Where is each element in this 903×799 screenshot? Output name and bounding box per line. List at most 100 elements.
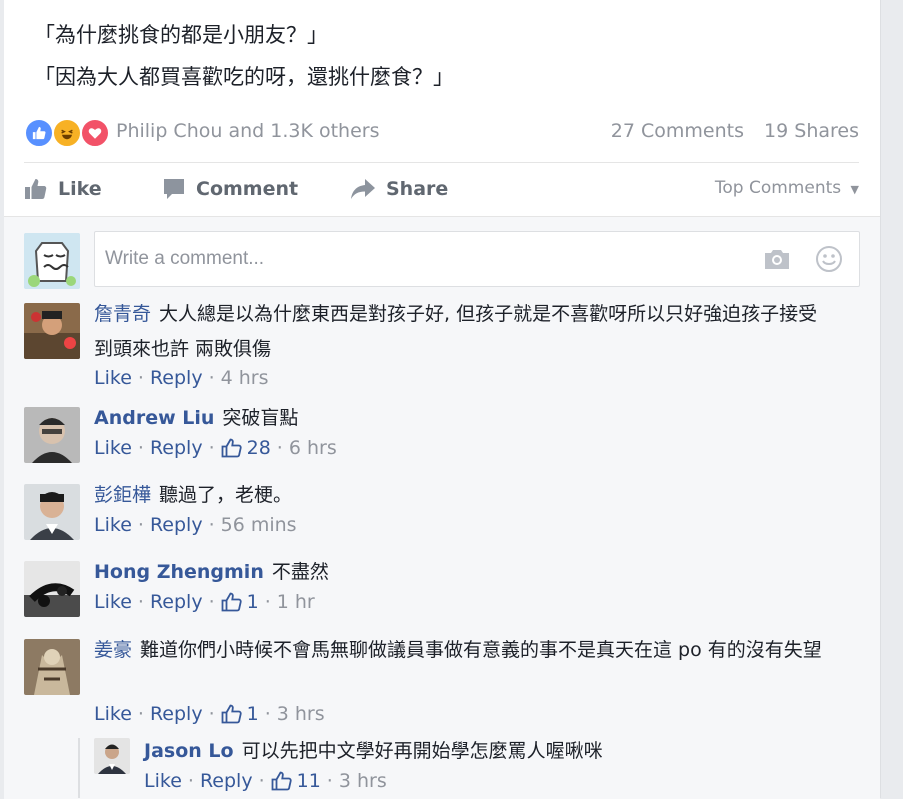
separator-dot: · <box>264 703 271 725</box>
thumbs-up-outline-icon <box>271 771 292 791</box>
reply-body: Jason Lo 可以先把中文學好再開始學怎麼罵人喔啾咪 <box>144 734 884 769</box>
separator-dot: · <box>137 514 144 536</box>
share-button[interactable]: Share <box>350 170 448 208</box>
comment-time[interactable]: 1 hr <box>277 591 315 613</box>
comment-author[interactable]: 姜豪 <box>94 639 132 661</box>
shares-count[interactable]: 19 Shares <box>764 120 859 142</box>
comment-likes[interactable]: 28 <box>221 437 271 459</box>
thumbs-up-icon <box>25 179 47 199</box>
comment-body: 詹青奇 大人總是以為什麼東西是對孩子好, 但孩子就是不喜歡呀所以只好強迫孩子接受到… <box>94 297 834 367</box>
separator-dot: · <box>326 770 333 792</box>
comment-like-link[interactable]: Like <box>94 367 132 389</box>
comment-meta: Like · Reply · 28 · 6 hrs <box>94 437 337 459</box>
reply-reply-link[interactable]: Reply <box>200 770 253 792</box>
current-user-avatar[interactable] <box>24 233 80 289</box>
reply-time[interactable]: 3 hrs <box>339 770 387 792</box>
reply-like-count: 11 <box>296 770 321 792</box>
card-edge <box>880 0 881 798</box>
commenter-avatar[interactable] <box>24 561 80 617</box>
comment-bubble-icon <box>164 179 184 199</box>
comment-text: 難道你們小時候不會馬無聊做議員事做有意義的事不是真天在這 po 有的沒有失望 <box>140 639 822 661</box>
caret-down-icon: ▼ <box>850 183 859 196</box>
comment-label: Comment <box>196 178 299 200</box>
separator-dot: · <box>208 591 215 613</box>
comment-author[interactable]: Andrew Liu <box>94 407 214 429</box>
separator-dot: · <box>137 367 144 389</box>
camera-icon[interactable] <box>763 247 791 271</box>
post-stats: 27 Comments 19 Shares <box>611 120 859 142</box>
separator-dot: · <box>208 437 215 459</box>
comment-body: Andrew Liu 突破盲點 <box>94 401 834 436</box>
comment-like-count: 28 <box>246 437 271 459</box>
post-text: 「為什麼挑食的都是小朋友？」 「因為大人都買喜歡吃的呀，還挑什麼食？」 <box>34 14 454 98</box>
post-actions: Like Comment Share Top Comments ▼ <box>24 170 859 210</box>
haha-reaction-icon <box>52 118 82 148</box>
comment-like-link[interactable]: Like <box>94 591 132 613</box>
comment-text: 不盡然 <box>271 561 329 583</box>
separator-dot: · <box>264 591 271 613</box>
comment-meta: Like · Reply · 4 hrs <box>94 367 269 389</box>
comment-text: 大人總是以為什麼東西是對孩子好, 但孩子就是不喜歡呀所以只好強迫孩子接受到頭來也… <box>94 303 818 360</box>
separator-dot: · <box>208 514 215 536</box>
commenter-avatar[interactable] <box>24 484 80 540</box>
comment-meta: Like · Reply · 56 mins <box>94 514 297 536</box>
comment-sort-label: Top Comments <box>714 178 842 198</box>
like-label: Like <box>58 178 102 200</box>
comments-count[interactable]: 27 Comments <box>611 120 744 142</box>
reply-like-link[interactable]: Like <box>144 770 182 792</box>
commenter-avatar[interactable] <box>24 407 80 463</box>
comment-time[interactable]: 6 hrs <box>289 437 337 459</box>
separator-dot: · <box>276 437 283 459</box>
comment-like-count: 1 <box>246 591 259 613</box>
reply-thread-line <box>78 738 80 798</box>
separator-dot: · <box>258 770 265 792</box>
post-line-1: 「為什麼挑食的都是小朋友？」 <box>34 23 328 47</box>
comment-like-link[interactable]: Like <box>94 514 132 536</box>
comment-meta: Like · Reply · 1 · 1 hr <box>94 591 315 613</box>
share-arrow-icon <box>351 179 375 199</box>
reply-meta: Like · Reply · 11 · 3 hrs <box>144 770 387 792</box>
like-button[interactable]: Like <box>24 170 102 208</box>
share-label: Share <box>386 178 449 200</box>
comment-input[interactable] <box>95 232 755 286</box>
comment-body: 姜豪 難道你們小時候不會馬無聊做議員事做有意義的事不是真天在這 po 有的沒有失望 <box>94 633 834 668</box>
comment-author[interactable]: 彭鉅樺 <box>94 484 151 506</box>
emoji-icon[interactable] <box>815 245 843 273</box>
replier-avatar[interactable] <box>94 738 130 774</box>
separator-dot: · <box>208 367 215 389</box>
comment-reply-link[interactable]: Reply <box>150 367 203 389</box>
comment-input-box[interactable] <box>94 231 860 287</box>
comment-time[interactable]: 3 hrs <box>277 703 325 725</box>
thumbs-up-outline-icon <box>221 438 242 458</box>
comment-reply-link[interactable]: Reply <box>150 437 203 459</box>
separator-dot: · <box>208 703 215 725</box>
comment-author[interactable]: Hong Zhengmin <box>94 561 264 583</box>
thumbs-up-outline-icon <box>221 704 242 724</box>
thumbs-up-outline-icon <box>221 592 242 612</box>
comment-reply-link[interactable]: Reply <box>150 591 203 613</box>
commenter-avatar[interactable] <box>24 639 80 695</box>
comment-time[interactable]: 4 hrs <box>221 367 269 389</box>
comment-body: Hong Zhengmin 不盡然 <box>94 555 834 590</box>
comment-meta: Like · Reply · 1 · 3 hrs <box>94 703 325 725</box>
separator-dot: · <box>137 437 144 459</box>
reactions-summary[interactable]: Philip Chou and 1.3K others 27 Comments … <box>24 116 859 150</box>
reply-likes[interactable]: 11 <box>271 770 321 792</box>
comment-likes[interactable]: 1 <box>221 703 259 725</box>
comment-reply-link[interactable]: Reply <box>150 514 203 536</box>
comment-likes[interactable]: 1 <box>221 591 259 613</box>
separator-dot: · <box>137 703 144 725</box>
reactors-text[interactable]: Philip Chou and 1.3K others <box>116 120 379 142</box>
comment-like-count: 1 <box>246 703 259 725</box>
comments-section: 詹青奇大人總是以為什麼東西是對孩子好, 但孩子就是不喜歡呀所以只好強迫孩子接受到… <box>4 216 880 799</box>
reply-author[interactable]: Jason Lo <box>144 740 234 762</box>
separator-dot: · <box>187 770 194 792</box>
comment-sort-dropdown[interactable]: Top Comments ▼ <box>715 178 859 198</box>
comment-time[interactable]: 56 mins <box>221 514 297 536</box>
comment-author[interactable]: 詹青奇 <box>94 303 151 325</box>
commenter-avatar[interactable] <box>24 303 80 359</box>
separator-dot: · <box>137 591 144 613</box>
comment-like-link[interactable]: Like <box>94 703 132 725</box>
comment-like-link[interactable]: Like <box>94 437 132 459</box>
comment-reply-link[interactable]: Reply <box>150 703 203 725</box>
